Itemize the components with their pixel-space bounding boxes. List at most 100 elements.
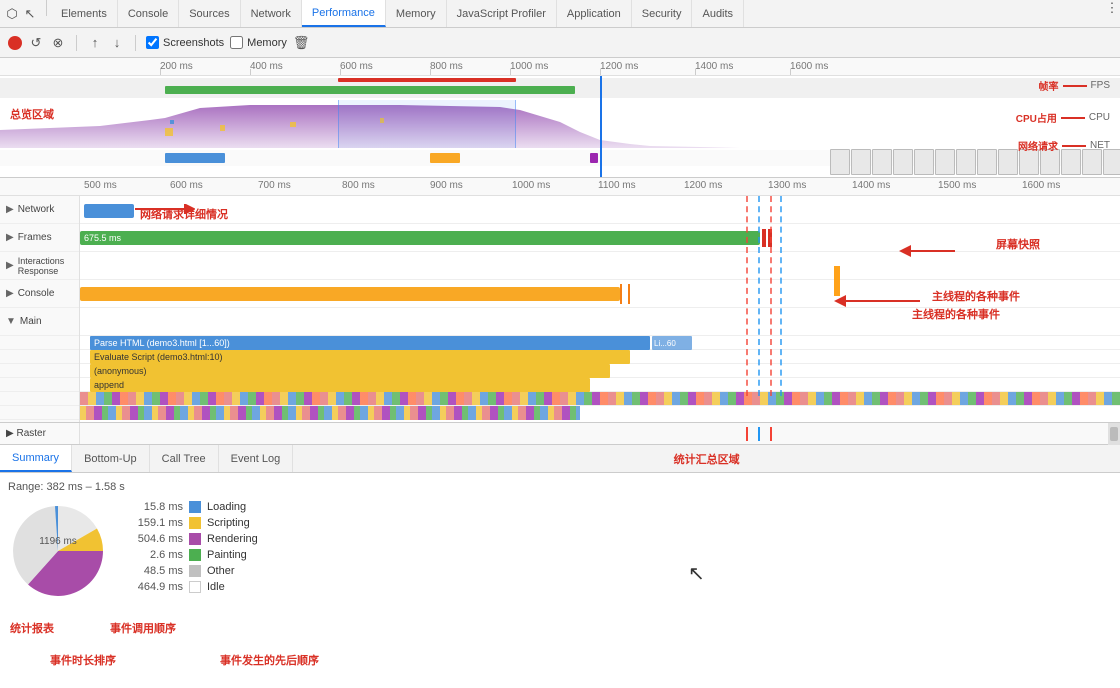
stats-content: Range: 382 ms – 1.58 s [0, 473, 1120, 638]
tick8 [790, 69, 791, 75]
tick5 [510, 69, 511, 75]
painting-dot [189, 549, 201, 561]
ruler-1000: 1000 ms [510, 61, 548, 72]
tab-js-profiler[interactable]: JavaScript Profiler [447, 0, 557, 27]
stats-summary-annotation: 统计汇总区域 [293, 445, 1120, 472]
network-track-row: 网络请求详细情况 [80, 196, 1120, 224]
t-ruler-1400: 1400 ms [852, 180, 890, 191]
tab-sources[interactable]: Sources [179, 0, 240, 27]
raster-label[interactable]: ▶ Raster [0, 423, 80, 444]
network-arrow-icon: ▶ [6, 204, 14, 215]
flame-row1 [80, 392, 1120, 406]
pie-chart: 1196 ms [8, 501, 108, 611]
net-arrow [1062, 145, 1086, 147]
tab-application[interactable]: Application [557, 0, 632, 27]
legend-scripting: 159.1 ms Scripting [128, 517, 258, 529]
thumb3 [872, 149, 892, 175]
tab-performance[interactable]: Performance [302, 0, 386, 27]
stats-tab-summary[interactable]: Summary [0, 445, 72, 472]
frames-bar: 675.5 ms [80, 231, 760, 245]
ruler-1400: 1400 ms [695, 61, 733, 72]
idle-ms: 464.9 ms [128, 581, 183, 593]
other-dot [189, 565, 201, 577]
main-sub1 [0, 336, 79, 350]
console-label[interactable]: ▶ Console [0, 280, 79, 308]
interactions-arrow-icon: ▶ [6, 260, 14, 271]
fps-track [0, 78, 1120, 98]
thumb4 [893, 149, 913, 175]
tab-console[interactable]: Console [118, 0, 179, 27]
t-ruler-700: 700 ms [258, 180, 291, 191]
fps-bar-green [165, 86, 575, 94]
tab-security[interactable]: Security [632, 0, 693, 27]
trash-icon[interactable]: 🗑 [293, 35, 310, 51]
ruler-200: 200 ms [160, 61, 193, 72]
devtools-logo-icon: ⬡ [4, 6, 20, 22]
main-sub6 [0, 406, 79, 420]
upload-icon[interactable]: ↑ [87, 35, 103, 51]
t-ruler-1300: 1300 ms [768, 180, 806, 191]
cursor-icon: ↖ [688, 561, 705, 586]
vline-blue2 [780, 196, 782, 396]
loading-dot [189, 501, 201, 513]
network-bar [84, 204, 134, 218]
interactions-label[interactable]: ▶ Interactions Response [0, 252, 79, 280]
more-tabs-icon[interactable]: ⋮ [1104, 0, 1120, 16]
network-label[interactable]: ▶ Network [0, 196, 79, 224]
timeline-labels: ▶ Network ▶ Frames ▶ Interactions Respon… [0, 196, 80, 423]
t-ruler-600: 600 ms [170, 180, 203, 191]
net-label-row: 网络请求 NET [1016, 138, 1110, 153]
tab-audits[interactable]: Audits [692, 0, 744, 27]
ruler-1200: 1200 ms [600, 61, 638, 72]
frames-label[interactable]: ▶ Frames [0, 224, 79, 252]
main-label[interactable]: ▼ Main [0, 308, 79, 336]
raster-row[interactable]: ▶ Raster [0, 423, 1120, 445]
timeline-content: ▶ Network ▶ Frames ▶ Interactions Respon… [0, 196, 1120, 423]
stats-tab-calltree[interactable]: Call Tree [150, 445, 219, 472]
overview-tracks[interactable]: 总览区域 帧率 FPS CPU占用 CPU 网络请求 NET [0, 76, 1120, 178]
red-selection-bar [338, 78, 516, 82]
stats-tab-eventlog[interactable]: Event Log [219, 445, 294, 472]
fps-annotation: 帧率 [1039, 78, 1059, 93]
memory-checkbox[interactable] [230, 36, 243, 49]
clear-icon[interactable]: ⊗ [50, 35, 66, 51]
loading-ms: 15.8 ms [128, 501, 183, 513]
t-ruler-1600: 1600 ms [1022, 180, 1060, 191]
record-button[interactable] [8, 36, 22, 50]
overview-ruler: 200 ms 400 ms 600 ms 800 ms 1000 ms 1200… [0, 58, 1120, 76]
tick7 [695, 69, 696, 75]
main-thread-annotation: 主线程的各种事件 [912, 306, 1000, 322]
sep1 [46, 0, 47, 16]
legend-other: 48.5 ms Other [128, 565, 258, 577]
scripting-dot [189, 517, 201, 529]
cpu-arrow [1061, 117, 1085, 119]
stats-tab-bottomup[interactable]: Bottom-Up [72, 445, 150, 472]
main-sub3 [0, 364, 79, 378]
tab-elements[interactable]: Elements [51, 0, 118, 27]
append-bar: append [90, 378, 590, 392]
legend-list: 15.8 ms Loading 159.1 ms Scripting 504.6… [128, 501, 258, 593]
tab-memory[interactable]: Memory [386, 0, 447, 27]
download-icon[interactable]: ↓ [109, 35, 125, 51]
timeline-tracks[interactable]: 网络请求详细情况 675.5 ms [80, 196, 1120, 423]
scroll-area[interactable] [1108, 423, 1120, 445]
tick1 [160, 69, 161, 75]
memory-toggle[interactable]: Memory [230, 36, 287, 49]
overview-right-labels: 帧率 FPS CPU占用 CPU 网络请求 NET [1016, 78, 1110, 153]
t-ruler-1200: 1200 ms [684, 180, 722, 191]
screenshots-toggle[interactable]: Screenshots [146, 36, 224, 49]
inspect-icon[interactable]: ↖ [22, 6, 38, 22]
t-ruler-1000: 1000 ms [512, 180, 550, 191]
reload-icon[interactable]: ↺ [28, 35, 44, 51]
screenshot-arrow-svg [895, 241, 965, 261]
net-bar1 [165, 153, 225, 163]
anon-bar: (anonymous) [90, 364, 610, 378]
screenshots-checkbox[interactable] [146, 36, 159, 49]
thumb6 [935, 149, 955, 175]
vline-blue1 [758, 196, 760, 396]
timeline-section: 500 ms 600 ms 700 ms 800 ms 900 ms 1000 … [0, 178, 1120, 423]
net-bar2 [430, 153, 460, 163]
other-ms: 48.5 ms [128, 565, 183, 577]
raster-mark2 [758, 427, 760, 441]
tab-network[interactable]: Network [241, 0, 302, 27]
